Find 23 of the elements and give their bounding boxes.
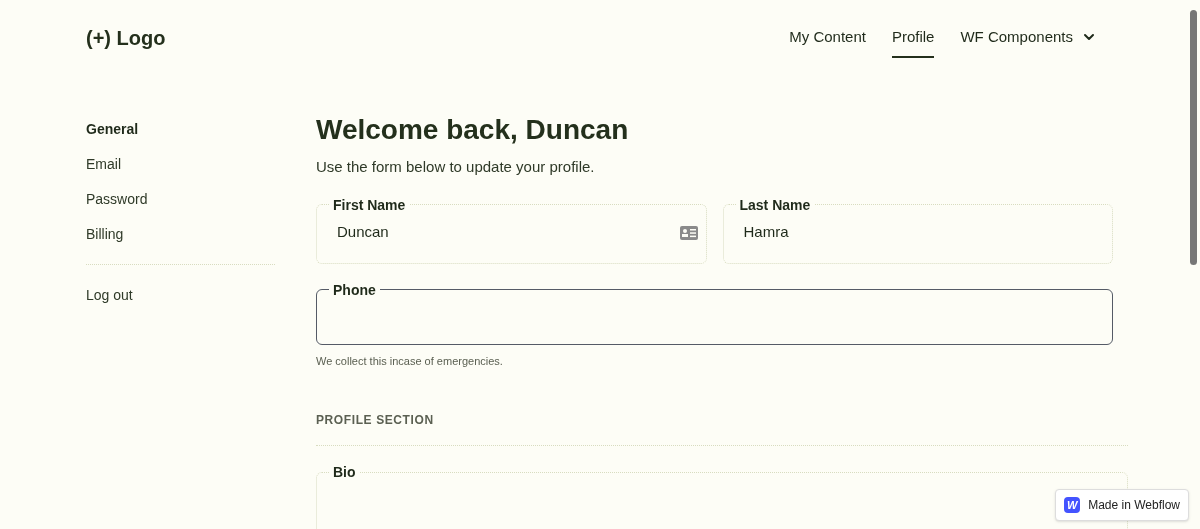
badge-logo: W [1064,497,1081,513]
nav-link[interactable]: Profile [891,17,935,59]
sidebar-item[interactable]: Billing [86,217,275,252]
sidebar-item[interactable]: General [86,112,275,147]
page-subtitle: Use the form below to update your profile. [316,157,596,177]
nav-link[interactable]: My Content [789,17,866,59]
page-title: Welcome back, Duncan [316,113,630,147]
sidebar-item[interactable]: Email [86,147,275,182]
field-label: Bio [332,463,357,482]
field-hint: We collect this incase of emergencies. [316,353,504,369]
field-label: First Name [332,195,407,215]
field-value: Hamra [743,222,789,243]
badge-text: Made in Webflow [1088,497,1180,514]
field-label: Last Name [738,195,812,215]
scrollbar[interactable] [1190,10,1197,265]
section-title: PROFILE SECTION [316,411,1128,446]
logo[interactable]: (+) Logo [86,24,166,52]
made-in-webflow-badge[interactable]: W Made in Webflow [1055,489,1189,521]
sidebar-item[interactable]: Password [86,182,275,217]
field-label: Phone [332,280,377,300]
field-value: Duncan [337,222,389,243]
nav-link[interactable]: WF Components [960,17,1097,59]
sidebar-item[interactable]: Log out [86,281,275,309]
